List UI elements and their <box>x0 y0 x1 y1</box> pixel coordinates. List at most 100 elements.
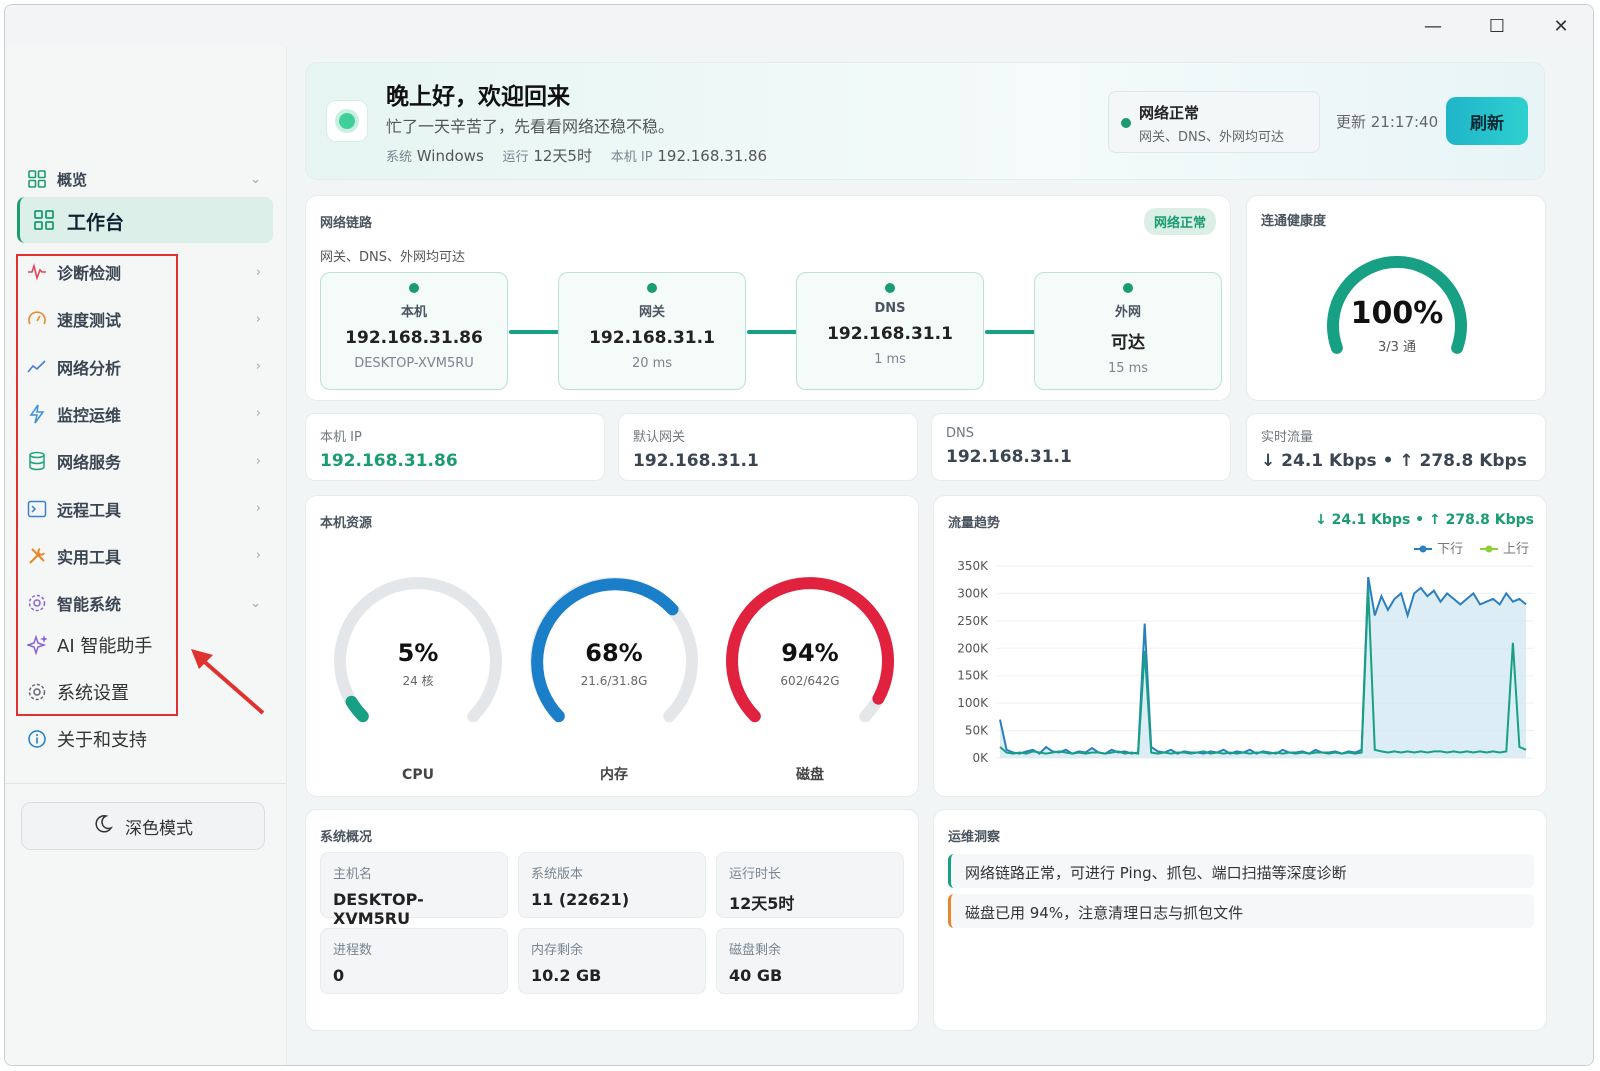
node-gateway[interactable]: 网关 192.168.31.1 20 ms <box>558 272 746 390</box>
sparkle-icon <box>27 634 47 656</box>
tools-icon <box>27 546 47 566</box>
moon-icon <box>93 814 113 839</box>
gauge-label: 内存 <box>600 766 628 783</box>
sidebar-item-3[interactable]: 监控运维 › <box>27 394 271 434</box>
node-name: 网关 <box>638 305 665 320</box>
node-dns[interactable]: DNS 192.168.31.1 1 ms <box>796 272 984 390</box>
sidebar-item-label: 诊断检测 <box>57 264 122 283</box>
overview-item: 主机名 DESKTOP-XVM5RU <box>320 852 508 928</box>
node-value: 192.168.31.86 <box>345 328 483 348</box>
update-time: 更新 21:17:40 <box>1336 113 1439 131</box>
sidebar-item-4[interactable]: 网络服务 › <box>27 441 271 481</box>
sidebar-item-label: 远程工具 <box>57 500 122 520</box>
traffic-card: 流量趋势 ↓ 24.1 Kbps • ↑ 278.8 Kbps 0K 50K 100… <box>933 495 1547 797</box>
chevron-right-icon: › <box>255 311 261 327</box>
dark-mode-button[interactable]: 深色模式 <box>21 802 265 850</box>
sidebar-item-0[interactable]: 诊断检测 › <box>27 252 271 292</box>
gauge-label: 磁盘 <box>796 766 824 783</box>
resources-card: 本机资源 5% 24 核 CPU 68% 21.6/31.8G 内存 94% 602/642G… <box>305 495 919 797</box>
node-detail: 1 ms <box>874 352 906 367</box>
card-title: 运维洞察 <box>948 830 1001 845</box>
overview-value: 40 GB <box>729 966 783 985</box>
stat-value: 192.168.31.1 <box>946 447 1072 467</box>
card-desc: 网关、DNS、外网均可达 <box>320 250 465 265</box>
node-detail: DESKTOP-XVM5RU <box>354 356 474 371</box>
gauge-value: 68% <box>585 639 642 667</box>
minimize-button[interactable]: — <box>1413 13 1453 39</box>
stat-value: ↓ 24.1 Kbps • ↑ 278.8 Kbps <box>1261 451 1527 471</box>
close-button[interactable]: ✕ <box>1541 13 1581 39</box>
network-status-pill: 网络正常 网关、DNS、外网均可达 <box>1108 91 1320 153</box>
uptime-label: 运行 <box>502 150 529 165</box>
node-value: 192.168.31.1 <box>827 324 953 344</box>
overview-label: 系统版本 <box>531 867 584 882</box>
dark-mode-label: 深色模式 <box>125 818 193 839</box>
sidebar-item-7[interactable]: 智能系统 ⌄ <box>27 583 271 623</box>
link-connector <box>985 330 1035 334</box>
sidebar-item-6[interactable]: 实用工具 › <box>27 536 271 576</box>
status-indicator-icon <box>326 100 368 142</box>
chevron-right-icon: › <box>255 359 261 375</box>
overview-card: 系统概况 主机名 DESKTOP-XVM5RU 系统版本 11 (22621) 运行时长… <box>305 809 919 1031</box>
chevron-right-icon: › <box>255 548 261 564</box>
link-connector <box>747 330 797 334</box>
sidebar-item-label: 网络服务 <box>57 453 122 473</box>
health-sub: 3/3 通 <box>1377 340 1417 355</box>
chevron-down-icon: ⌄ <box>250 171 261 187</box>
status-dot-icon <box>647 283 657 293</box>
legend-marker <box>1419 545 1427 553</box>
overview-item: 进程数 0 <box>320 928 508 994</box>
network-link-card: 网络链路 网络正常 网关、DNS、外网均可达 本机 192.168.31.86 DE… <box>305 195 1231 401</box>
maximize-button[interactable]: ☐ <box>1477 13 1517 39</box>
stat-local-ip: 本机 IP 192.168.31.86 <box>305 413 605 481</box>
uptime-value: 12天5时 <box>533 147 592 165</box>
card-title: 连通健康度 <box>1261 214 1327 229</box>
health-value: 100% <box>1350 296 1444 331</box>
sys-label: 系统 <box>386 150 413 165</box>
refresh-button[interactable]: 刷新 <box>1446 97 1528 145</box>
y-tick-label: 150K <box>957 669 989 683</box>
gauge-sub: 24 核 <box>402 674 433 688</box>
legend-label: 上行 <box>1503 542 1529 557</box>
card-title: 网络链路 <box>320 216 373 231</box>
sidebar-item-1[interactable]: 速度测试 › <box>27 299 271 339</box>
ip-label: 本机 IP <box>610 150 653 165</box>
y-tick-label: 100K <box>957 696 989 710</box>
sidebar-item-5[interactable]: 远程工具 › <box>27 489 271 529</box>
node-name: 本机 <box>400 305 427 320</box>
node-value: 192.168.31.1 <box>589 328 715 348</box>
node-name: DNS <box>874 301 906 316</box>
stat-label: 实时流量 <box>1261 430 1314 445</box>
gauge-label: CPU <box>402 767 434 783</box>
sidebar-item-label: 速度测试 <box>57 311 122 331</box>
link-connector <box>509 330 559 334</box>
sidebar-item-2[interactable]: 网络分析 › <box>27 347 271 387</box>
sidebar-item-about[interactable]: 关于和支持 <box>27 719 271 759</box>
y-tick-label: 350K <box>957 559 989 573</box>
insight-item: 网络链路正常，可进行 Ping、抓包、端口扫描等深度诊断 <box>948 854 1534 888</box>
overview-item: 系统版本 11 (22621) <box>518 852 706 918</box>
gauge-arc-0 <box>345 695 369 723</box>
gauge-value: 5% <box>398 639 439 667</box>
sidebar-item-label: 智能系统 <box>57 595 122 615</box>
node-internet[interactable]: 外网 可达 15 ms <box>1034 272 1222 390</box>
overview-value: 10.2 GB <box>531 966 602 985</box>
stat-gateway: 默认网关 192.168.31.1 <box>618 413 918 481</box>
database-icon <box>27 451 47 471</box>
node-detail: 15 ms <box>1107 361 1149 376</box>
status-dot-icon <box>885 283 895 293</box>
sidebar-group-label: 概览 <box>57 170 88 189</box>
overview-value: 11 (22621) <box>531 890 630 909</box>
node-local[interactable]: 本机 192.168.31.86 DESKTOP-XVM5RU <box>320 272 508 390</box>
sidebar-group-overview[interactable]: 概览 ⌄ <box>27 159 271 199</box>
sidebar-item-label: 实用工具 <box>57 547 122 567</box>
status-title: 网络正常 <box>1139 104 1200 122</box>
overview-label: 进程数 <box>333 943 373 958</box>
sidebar-item-label: 监控运维 <box>57 405 122 425</box>
overview-value: DESKTOP-XVM5RU <box>333 890 424 928</box>
stat-traffic: 实时流量 ↓ 24.1 Kbps • ↑ 278.8 Kbps <box>1246 413 1546 481</box>
greeting-title: 晚上好，欢迎回来 <box>386 84 570 110</box>
sidebar-item-workbench[interactable]: 工作台 <box>17 197 273 243</box>
insight-item: 磁盘已用 94%，注意清理日志与抓包文件 <box>948 894 1534 928</box>
status-dot-icon <box>1123 283 1133 293</box>
